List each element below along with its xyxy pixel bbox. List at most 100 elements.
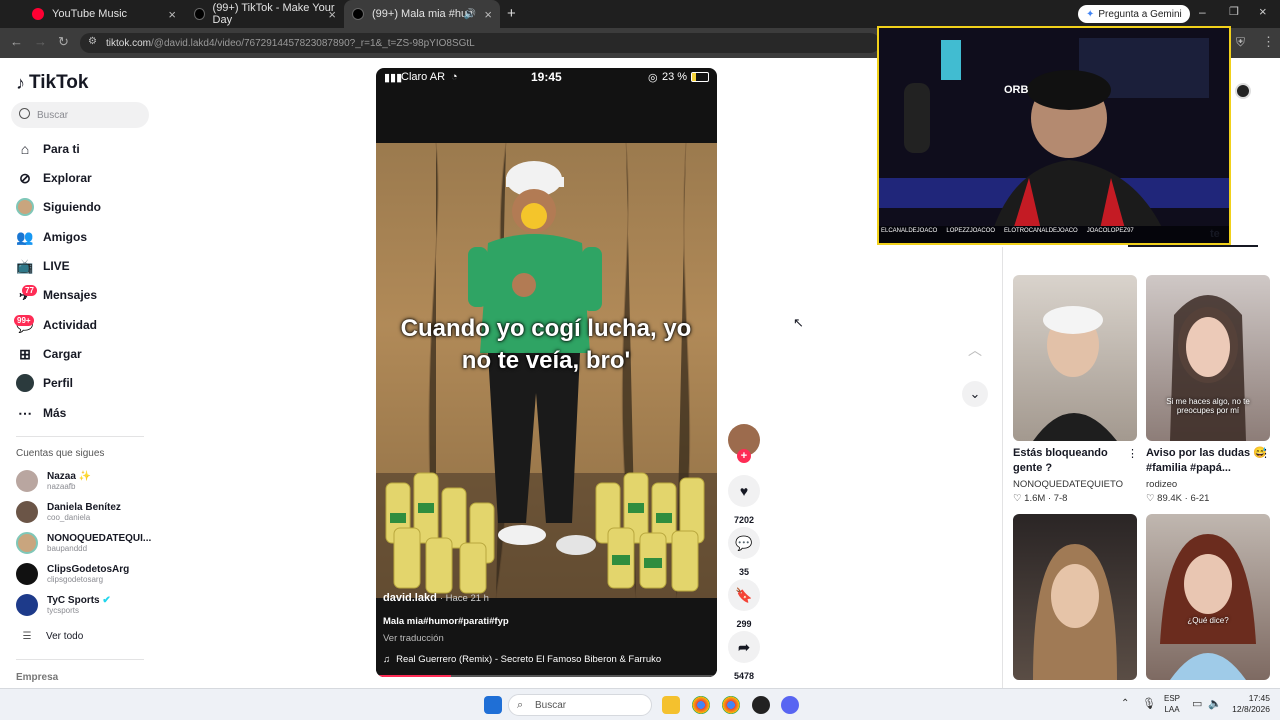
gemini-button[interactable]: ✦ Pregunta a Gemini <box>1078 5 1190 23</box>
following-account[interactable]: Daniela Benítez coo_daniela <box>16 499 121 525</box>
avatar <box>16 470 38 492</box>
minimize-button[interactable]: – <box>1199 5 1206 19</box>
back-icon[interactable]: ← <box>10 34 23 49</box>
microphone-icon[interactable]: 🎙 <box>1142 697 1156 710</box>
video-author[interactable]: david.lakd · Hace 21 h <box>383 592 489 604</box>
sidebar-item-label: Mensajes <box>43 288 98 302</box>
app-icon[interactable] <box>752 696 770 714</box>
sidebar-item-live[interactable]: 📺 LIVE <box>16 255 70 277</box>
company-link[interactable]: Empresa <box>16 672 58 683</box>
recommended-video-card[interactable]: Si me haces algo, no te preocupes por mí… <box>1146 275 1271 504</box>
video-user: NONOQUEDATEQUIETO <box>1013 479 1123 490</box>
share-button[interactable]: ➦ 5478 <box>728 631 760 681</box>
like-button[interactable]: ♥ 7202 <box>728 475 760 525</box>
following-account[interactable]: NONOQUEDATEQUI... baupanddd <box>16 530 151 556</box>
clock[interactable]: 17:45 12/8/2026 <box>1228 693 1270 715</box>
following-account[interactable]: ClipsGodetosArg clipsgodetosarg <box>16 561 129 587</box>
cap-logo-text: ORB <box>1004 84 1029 96</box>
recommended-video-card[interactable]: ¿Qué dice? <box>1146 514 1270 680</box>
previous-video-button[interactable]: ︿ <box>962 340 988 366</box>
sidebar-item-explorar[interactable]: ⊘ Explorar <box>16 167 92 189</box>
following-account[interactable]: Nazaa ✨ nazaafb <box>16 468 91 494</box>
close-icon[interactable]: × <box>328 7 336 22</box>
compass-icon: ⊘ <box>19 169 31 186</box>
tiktok-icon <box>352 8 364 20</box>
save-count: 299 <box>736 619 752 629</box>
chevron-up-icon[interactable]: ⌃ <box>1121 698 1129 709</box>
tab-youtube-music[interactable]: YouTube Music × <box>24 0 184 28</box>
recommended-video-card[interactable] <box>1013 514 1137 680</box>
see-all-link[interactable]: ☰ Ver todo <box>16 623 84 649</box>
more-options-icon[interactable]: ⋮ <box>1127 447 1138 460</box>
more-options-icon[interactable]: ⋮ <box>1260 447 1271 460</box>
save-button[interactable]: 🔖 299 <box>728 579 760 629</box>
music-link[interactable]: ♫ Real Guerrero (Remix) - Secreto El Fam… <box>383 654 661 665</box>
follow-plus-icon[interactable]: + <box>737 449 751 463</box>
video-caption-overlay: Cuando yo cogí lucha, yo no te veía, bro… <box>400 315 692 374</box>
avatar <box>16 563 38 585</box>
search-icon: ⌕ <box>517 699 524 711</box>
taskbar-search[interactable]: ⌕ Buscar <box>508 694 652 716</box>
recommended-video-card[interactable]: Estás bloqueando gente ? NONOQUEDATEQUIE… <box>1013 275 1138 504</box>
sidebar-item-mas[interactable]: ⋯ Más <box>16 402 66 424</box>
chevron-up-icon: ︿ <box>968 342 982 358</box>
oil-bottles <box>385 472 705 594</box>
tiktok-logo[interactable]: ♪ TikTok <box>16 72 88 94</box>
sidebar-item-siguiendo[interactable]: Siguiendo <box>16 196 101 218</box>
sidebar-item-perfil[interactable]: Perfil <box>16 372 73 394</box>
site-info-icon[interactable]: ⚙ <box>88 36 97 47</box>
thumbnail-image <box>1033 544 1117 680</box>
sidebar-item-label: LIVE <box>43 259 70 273</box>
profile-avatar[interactable] <box>1235 83 1251 99</box>
following-account[interactable]: TyC Sports ✔ tycsports <box>16 592 111 618</box>
file-explorer-icon[interactable] <box>662 696 680 714</box>
maximize-button[interactable]: ❐ <box>1229 5 1239 18</box>
sidebar-item-cargar[interactable]: ⊞ Cargar <box>16 343 82 365</box>
video-thumbnail: Si me haces algo, no te preocupes por mí <box>1146 275 1270 441</box>
volume-icon[interactable]: 🔈 <box>1208 697 1222 710</box>
tab-label-partial[interactable]: te <box>1210 228 1220 240</box>
close-icon[interactable]: × <box>484 7 492 22</box>
windows-start-icon[interactable] <box>484 696 502 714</box>
chrome-icon[interactable] <box>692 696 710 714</box>
video-player[interactable]: ▮▮▮ Claro AR ◔ 19:45 ◎ 23 % Cuando yo co… <box>376 68 717 677</box>
wifi-icon: ◔ <box>451 71 458 83</box>
sidebar-item-amigos[interactable]: 👥 Amigos <box>16 226 87 248</box>
following-section-title: Cuentas que sigues <box>16 448 105 459</box>
divider <box>16 436 144 437</box>
url-input[interactable]: ⚙ tiktok.com/@david.lakd4/video/76729144… <box>80 33 880 53</box>
next-video-button[interactable]: ⌄ <box>962 381 988 407</box>
author-avatar-button[interactable]: + <box>728 424 760 463</box>
window-close-button[interactable]: × <box>1259 4 1267 19</box>
video-description: Mala mia#humor#parati#fyp <box>383 616 509 627</box>
tab-tiktok-home[interactable]: (99+) TikTok - Make Your Day × <box>186 0 344 28</box>
battery-text: 23 % <box>662 71 688 83</box>
language-indicator[interactable]: ESP LAA <box>1164 693 1180 715</box>
network-icon[interactable]: ▭ <box>1192 697 1202 710</box>
discord-icon[interactable] <box>781 696 799 714</box>
speaker-icon[interactable]: 🔊 <box>464 9 476 20</box>
account-name: ClipsGodetosArg <box>47 563 130 575</box>
taskbar-search-placeholder: Buscar <box>535 699 567 711</box>
close-icon[interactable]: × <box>168 7 176 22</box>
sidebar-item-label: Siguiendo <box>43 200 101 214</box>
picture-in-picture-stream[interactable]: ORB ELCANALDEJOACO LOPEZZJOACOO ELOTROCA… <box>877 26 1231 245</box>
new-tab-button[interactable]: + <box>507 5 516 22</box>
thumbnail-caption: ¿Qué dice? <box>1187 616 1229 625</box>
video-progress-bar[interactable] <box>376 675 717 677</box>
reload-icon[interactable]: ↻ <box>58 34 69 50</box>
translate-link[interactable]: Ver traducción <box>383 633 444 644</box>
video-title: Aviso por las dudas 😅 #familia #papá... <box>1146 447 1267 474</box>
browser-menu-icon[interactable]: ⋮ <box>1262 34 1275 50</box>
search-input[interactable]: Buscar <box>11 102 149 128</box>
sidebar-item-para-ti[interactable]: ⌂ Para ti <box>16 138 80 160</box>
tab-tiktok-video[interactable]: (99+) Mala mia #humor#pa 🔊 × <box>344 0 500 28</box>
forward-icon[interactable]: → <box>34 34 47 49</box>
comment-count: 35 <box>738 567 749 577</box>
list-icon: ☰ <box>22 630 32 642</box>
comment-button[interactable]: 💬 35 <box>728 527 760 577</box>
chrome-icon[interactable] <box>722 696 740 714</box>
share-icon: ➦ <box>728 631 760 663</box>
shield-icon[interactable]: ⛨ <box>1236 35 1245 50</box>
post-time: · Hace 21 h <box>439 593 489 604</box>
